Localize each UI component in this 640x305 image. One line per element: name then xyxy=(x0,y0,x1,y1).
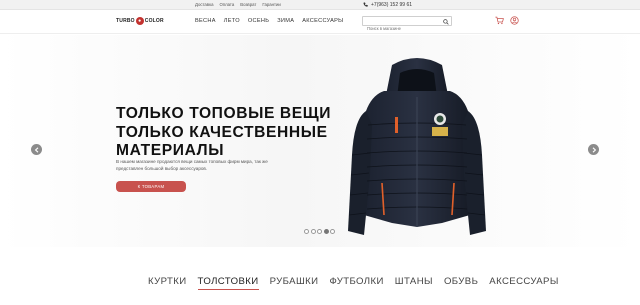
slider-dot-active[interactable] xyxy=(323,229,329,234)
search-icon[interactable] xyxy=(443,18,449,25)
category-tab-accessories[interactable]: АКСЕССУАРЫ xyxy=(489,276,559,290)
product-jacket-image xyxy=(348,58,486,235)
slider-next-button[interactable] xyxy=(588,144,599,155)
hero-description: В нашем магазине продаются вещи самых то… xyxy=(116,159,268,171)
logo-text-right: COLOR xyxy=(144,17,164,24)
hero-title-line: ТОЛЬКО КАЧЕСТВЕННЫЕ xyxy=(116,123,328,141)
chevron-left-icon xyxy=(34,146,38,153)
category-tabs: КУРТКИ ТОЛСТОВКИ РУБАШКИ ФУТБОЛКИ ШТАНЫ … xyxy=(148,276,559,290)
top-link-delivery[interactable]: Доставка xyxy=(195,2,213,7)
slider-pagination xyxy=(304,229,335,234)
nav-item-spring[interactable]: ВЕСНА xyxy=(195,18,216,24)
hero-title-line: ТОЛЬКО ТОПОВЫЕ ВЕЩИ xyxy=(116,105,332,122)
top-link-payment[interactable]: Оплата xyxy=(219,2,234,7)
top-link-warranty[interactable]: Гарантии xyxy=(262,2,280,7)
slider-dot[interactable] xyxy=(317,229,322,234)
phone-contact[interactable]: +7(963) 152 99 61 xyxy=(363,2,412,8)
hero-title: ТОЛЬКО ТОПОВЫЕ ВЕЩИ ТОЛЬКО КАЧЕСТВЕННЫЕ … xyxy=(116,105,346,161)
slider-dot[interactable] xyxy=(310,229,316,234)
to-products-button[interactable]: К ТОВАРАМ xyxy=(116,181,186,192)
search-box xyxy=(362,16,452,33)
slider-dot[interactable] xyxy=(330,229,335,234)
main-nav: ВЕСНА ЛЕТО ОСЕНЬ ЗИМА АКСЕССУАРЫ xyxy=(195,18,343,24)
category-tab-pants[interactable]: ШТАНЫ xyxy=(395,276,433,290)
slider-prev-button[interactable] xyxy=(31,144,42,155)
slider-dot[interactable] xyxy=(304,229,309,234)
nav-item-summer[interactable]: ЛЕТО xyxy=(224,18,240,24)
logo[interactable]: TURBO ● COLOR xyxy=(116,16,164,26)
top-links: Доставка Оплата Возврат Гарантии xyxy=(195,2,281,7)
cart-icon[interactable] xyxy=(495,16,504,25)
logo-emblem-icon: ● xyxy=(135,16,144,25)
phone-number: +7(963) 152 99 61 xyxy=(371,1,413,8)
hero-title-line: МАТЕРИАЛЫ xyxy=(116,142,225,159)
top-utility-bar: Доставка Оплата Возврат Гарантии +7(963)… xyxy=(0,0,640,10)
chevron-right-icon xyxy=(592,146,596,153)
category-tab-tshirts[interactable]: ФУТБОЛКИ xyxy=(329,276,383,290)
top-link-return[interactable]: Возврат xyxy=(240,2,256,7)
phone-icon xyxy=(363,2,368,7)
nav-item-autumn[interactable]: ОСЕНЬ xyxy=(248,18,269,24)
category-tab-shirts[interactable]: РУБАШКИ xyxy=(270,276,319,290)
main-header: TURBO ● COLOR ВЕСНА ЛЕТО ОСЕНЬ ЗИМА АКСЕ… xyxy=(0,10,640,34)
category-tab-shoes[interactable]: ОБУВЬ xyxy=(444,276,478,290)
category-tab-jackets[interactable]: КУРТКИ xyxy=(148,276,187,290)
category-tab-hoodies[interactable]: ТОЛСТОВКИ xyxy=(197,276,259,290)
logo-text-left: TURBO xyxy=(116,17,135,24)
nav-item-accessories[interactable]: АКСЕССУАРЫ xyxy=(302,18,343,24)
nav-item-winter[interactable]: ЗИМА xyxy=(277,18,294,24)
user-icon[interactable] xyxy=(510,16,519,25)
search-input[interactable] xyxy=(363,24,441,33)
